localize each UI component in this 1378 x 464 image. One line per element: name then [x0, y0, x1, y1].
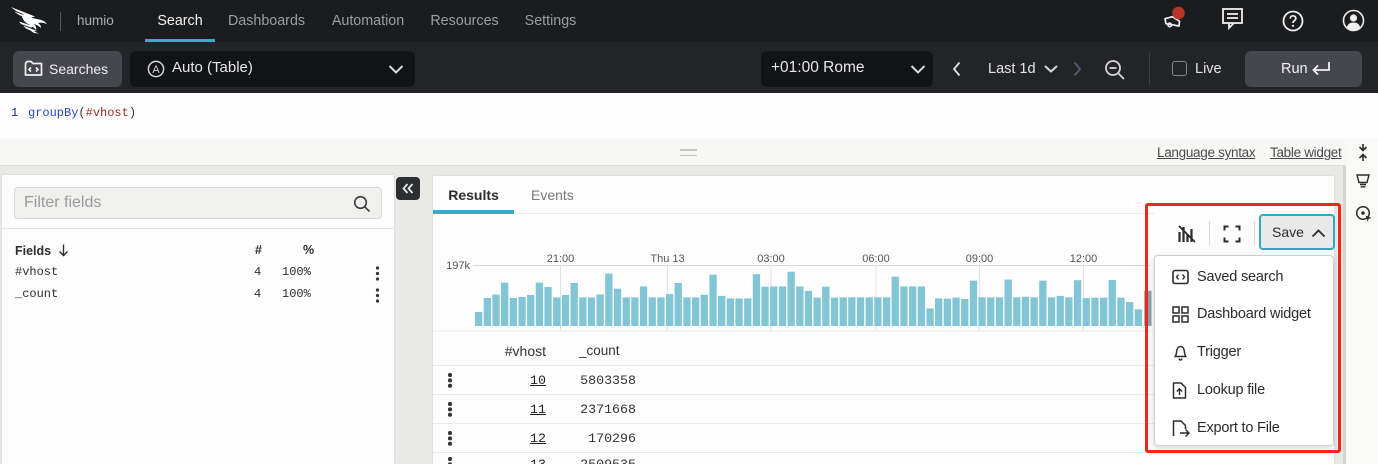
- svg-text:09:00: 09:00: [966, 253, 994, 265]
- svg-text:21:00: 21:00: [547, 253, 575, 265]
- svg-text:06:00: 06:00: [862, 253, 890, 265]
- svg-text:Thu 13: Thu 13: [650, 253, 684, 265]
- svg-text:12:00: 12:00: [1070, 253, 1098, 265]
- svg-text:03:00: 03:00: [757, 253, 785, 265]
- svg-text:197k: 197k: [446, 260, 470, 272]
- svg-text:A: A: [152, 64, 160, 76]
